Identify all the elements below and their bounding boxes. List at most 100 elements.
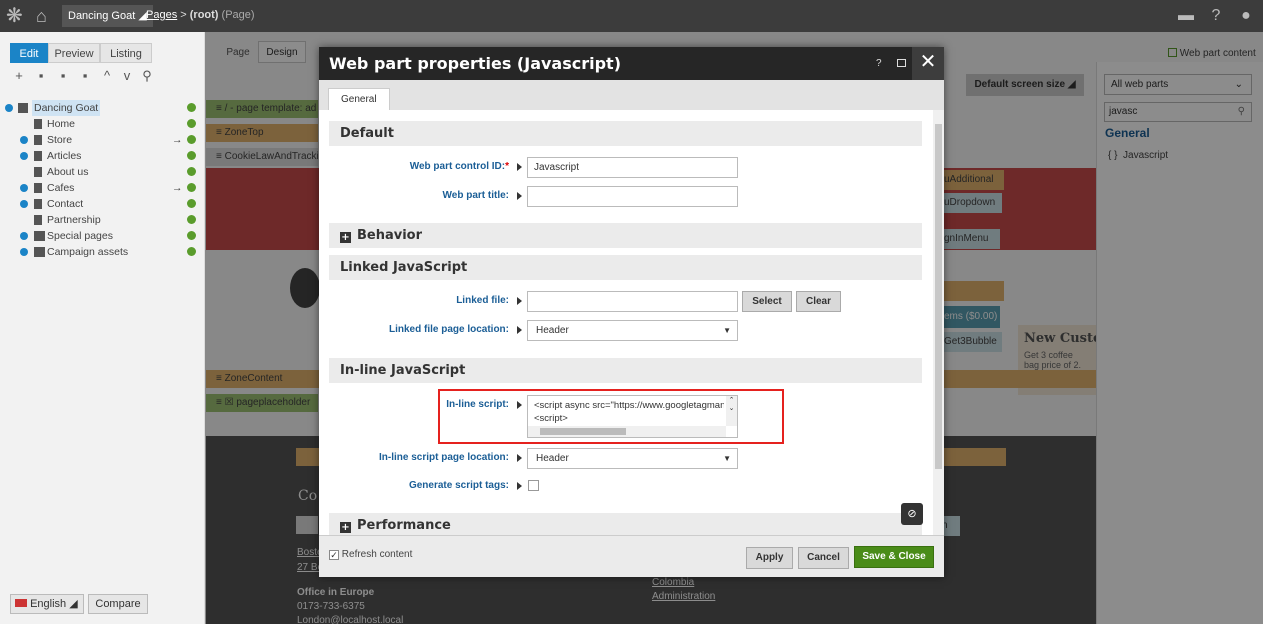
inline-script-label: In-line script: [446, 399, 509, 410]
section-performance[interactable]: + Performance [329, 513, 922, 535]
compare-button[interactable]: Compare [88, 594, 148, 614]
language-selector[interactable]: English ◢ [10, 594, 84, 614]
tree-item-about-us[interactable]: About us [0, 164, 200, 180]
published-icon [187, 103, 196, 112]
snowflake-logo-icon[interactable]: ❋ [6, 6, 26, 26]
published-icon [187, 231, 196, 240]
info-arrow-icon[interactable] [517, 192, 522, 200]
info-arrow-icon[interactable] [517, 163, 522, 171]
expand-icon[interactable] [20, 136, 28, 144]
page-icon [34, 215, 42, 225]
tree-item-special-pages[interactable]: Special pages [0, 228, 200, 244]
tree-item-home[interactable]: Home [0, 116, 200, 132]
site-icon [18, 103, 28, 113]
tree-item-dancing-goat[interactable]: Dancing Goat [0, 100, 200, 116]
page-icon [34, 135, 42, 145]
tab-general[interactable]: General [328, 88, 390, 110]
move-icon[interactable]: ▪ [78, 68, 92, 83]
help-icon[interactable]: ? [876, 58, 882, 69]
page-icon [34, 151, 42, 161]
tree-item-contact[interactable]: Contact [0, 196, 200, 212]
redirect-arrow-icon: → [172, 182, 183, 194]
breadcrumb: Pages > (root) (Page) [146, 9, 255, 21]
info-arrow-icon[interactable] [517, 297, 522, 305]
inline-location-select[interactable]: Header ▼ [527, 448, 738, 469]
close-icon[interactable]: ✕ [912, 47, 944, 80]
expand-icon[interactable] [5, 104, 13, 112]
tree-item-articles[interactable]: Articles [0, 148, 200, 164]
linked-file-label: Linked file: [456, 295, 509, 306]
dialog-body: Default Web part control ID:* Javascript… [319, 110, 944, 535]
move-up-icon[interactable]: ^ [100, 68, 114, 83]
page-icon [34, 167, 42, 177]
dialog-header: Web part properties (Javascript) ? ✕ [319, 47, 944, 80]
web-part-properties-dialog: Web part properties (Javascript) ? ✕ Gen… [319, 47, 944, 577]
section-default: Default [329, 121, 922, 146]
hscroll-thumb[interactable] [540, 428, 626, 435]
dialog-footer: ✓ Refresh content Apply Cancel Save & Cl… [319, 535, 944, 577]
info-arrow-icon[interactable] [517, 401, 522, 409]
section-inline-javascript: In-line JavaScript [329, 358, 922, 383]
folder-icon [34, 231, 45, 241]
info-arrow-icon[interactable] [517, 326, 522, 334]
control-id-label: Web part control ID:* [409, 161, 509, 172]
dialog-scrollbar[interactable] [933, 110, 944, 535]
breadcrumb-pages-link[interactable]: Pages [146, 9, 177, 21]
generate-tags-checkbox[interactable] [528, 480, 539, 491]
published-icon [187, 151, 196, 160]
info-arrow-icon[interactable] [517, 454, 522, 462]
tree-item-partnership[interactable]: Partnership [0, 212, 200, 228]
expand-icon[interactable] [20, 184, 28, 192]
dropdown-arrow-icon: ▼ [723, 326, 731, 335]
site-selector[interactable]: Dancing Goat ◢ [62, 5, 153, 27]
home-icon[interactable]: ⌂ [36, 6, 58, 26]
tab-edit[interactable]: Edit [10, 43, 48, 63]
maximize-icon[interactable] [897, 59, 906, 67]
delete-icon[interactable]: ▪ [34, 68, 48, 83]
refresh-content-toggle[interactable]: ✓ Refresh content [329, 549, 412, 560]
published-icon [187, 199, 196, 208]
published-icon [187, 135, 196, 144]
web-part-title-input[interactable] [527, 186, 738, 207]
expand-icon[interactable] [20, 152, 28, 160]
web-part-title-label: Web part title: [442, 190, 509, 201]
cancel-button[interactable]: Cancel [798, 547, 849, 569]
expand-icon[interactable] [20, 248, 28, 256]
tab-preview[interactable]: Preview [48, 43, 100, 63]
checkbox-checked-icon[interactable]: ✓ [329, 550, 339, 560]
inline-script-textarea[interactable]: <script async src="https://www.googletag… [527, 395, 738, 438]
published-icon [187, 119, 196, 128]
select-button[interactable]: Select [742, 291, 792, 312]
section-behavior[interactable]: + Behavior [329, 223, 922, 248]
textarea-hscroll[interactable] [528, 426, 726, 437]
tab-listing[interactable]: Listing [100, 43, 152, 63]
control-id-input[interactable]: Javascript [527, 157, 738, 178]
tree-item-campaign-assets[interactable]: Campaign assets [0, 244, 200, 260]
save-close-button[interactable]: Save & Close [854, 546, 934, 568]
user-icon[interactable]: ● [1236, 7, 1256, 25]
info-arrow-icon[interactable] [517, 482, 522, 490]
textarea-vscroll[interactable]: ⌃ ⌄ [726, 396, 737, 426]
add-icon[interactable]: + [12, 68, 26, 83]
tree-item-cafes[interactable]: Cafes → [0, 180, 200, 196]
scroll-anchor-icon[interactable]: ⊘ [901, 503, 923, 525]
move-down-icon[interactable]: v [120, 68, 134, 83]
inline-location-label: In-line script page location: [378, 452, 509, 463]
linked-location-select[interactable]: Header ▼ [527, 320, 738, 341]
tree-item-store[interactable]: Store → [0, 132, 200, 148]
clear-button[interactable]: Clear [796, 291, 841, 312]
expand-icon[interactable] [20, 200, 28, 208]
expand-icon[interactable] [20, 232, 28, 240]
published-icon [187, 215, 196, 224]
apply-button[interactable]: Apply [746, 547, 793, 569]
scrollbar-thumb[interactable] [935, 124, 942, 469]
chat-icon[interactable]: ▬ [1176, 7, 1196, 25]
breadcrumb-root: (root) [189, 9, 219, 21]
linked-file-input[interactable] [527, 291, 738, 312]
search-icon[interactable]: ⚲ [140, 68, 154, 84]
copy-icon[interactable]: ▪ [56, 68, 70, 83]
page-icon [34, 183, 42, 193]
published-icon [187, 247, 196, 256]
help-icon[interactable]: ? [1206, 7, 1226, 25]
redirect-arrow-icon: → [172, 134, 183, 146]
